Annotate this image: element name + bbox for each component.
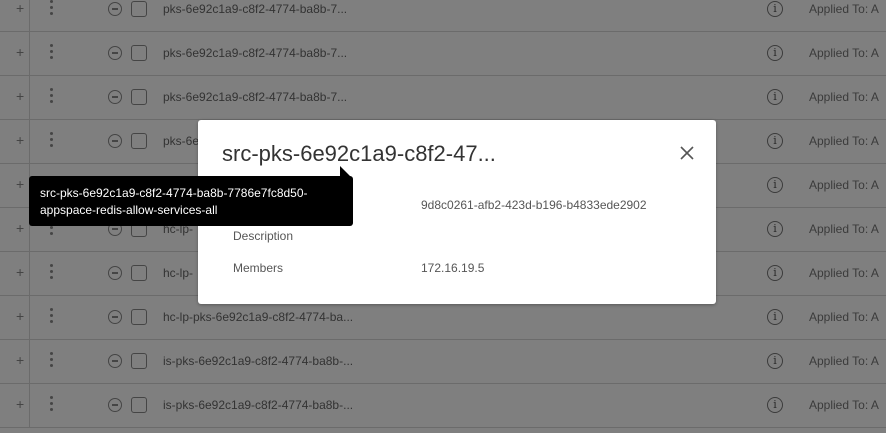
id-value: 9d8c0261-afb2-423d-b196-b4833ede2902 [421, 198, 647, 212]
description-label: Description [233, 229, 294, 243]
name-tooltip: src-pks-6e92c1a9-c8f2-4774-ba8b-7786e7fc… [29, 176, 353, 226]
close-button[interactable] [678, 144, 696, 162]
modal-title: src-pks-6e92c1a9-c8f2-47... [222, 141, 496, 166]
tooltip-line-1: src-pks-6e92c1a9-c8f2-4774-ba8b-7786e7fc… [40, 186, 308, 200]
tooltip-line-2: appspace-redis-allow-services-all [40, 203, 218, 217]
close-icon[interactable] [678, 144, 696, 162]
members-value: 172.16.19.5 [421, 261, 485, 275]
members-label: Members [233, 261, 284, 275]
